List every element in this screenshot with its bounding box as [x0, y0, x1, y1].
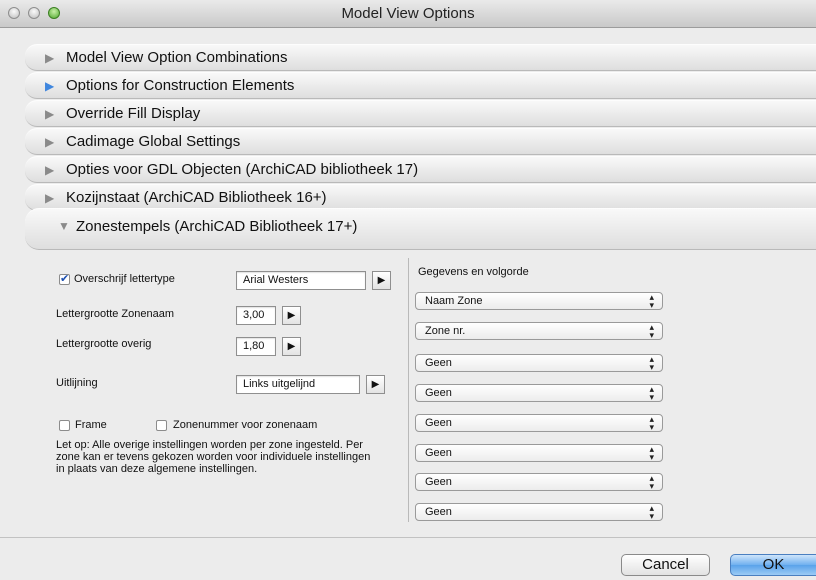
- font-menu-arrow-button[interactable]: ▶: [372, 271, 391, 290]
- window-title: Model View Options: [341, 5, 475, 22]
- title-bar: Model View Options: [0, 0, 816, 28]
- section-model-view-option-combinations[interactable]: ▶ Model View Option Combinations: [25, 44, 816, 71]
- minimize-window-button[interactable]: [28, 7, 40, 19]
- alignment-field[interactable]: Links uitgelijnd: [236, 375, 360, 394]
- font-override-checkbox[interactable]: [59, 272, 70, 285]
- updown-arrows-icon: ▴ ▾: [649, 503, 654, 521]
- updown-arrows-icon: ▴ ▾: [649, 384, 654, 402]
- order-popup-1[interactable]: Naam Zone ▴ ▾: [415, 292, 663, 310]
- order-popup-7[interactable]: Geen ▴ ▾: [415, 473, 663, 491]
- ok-button[interactable]: OK: [730, 554, 816, 576]
- order-popup-6[interactable]: Geen ▴ ▾: [415, 444, 663, 462]
- order-popup-8[interactable]: Geen ▴ ▾: [415, 503, 663, 521]
- disclosure-triangle-icon: ▶: [45, 79, 55, 93]
- section-zonestempels[interactable]: ▼ Zonestempels (ArchiCAD Bibliotheek 17+…: [25, 208, 816, 250]
- section-override-fill-display[interactable]: ▶ Override Fill Display: [25, 100, 816, 127]
- section-label: Override Fill Display: [66, 105, 201, 122]
- order-popup-value: Geen: [425, 447, 452, 459]
- order-popup-value: Geen: [425, 476, 452, 488]
- disclosure-triangle-icon: ▶: [45, 107, 55, 121]
- disclosure-triangle-icon: ▶: [45, 163, 55, 177]
- section-label: Kozijnstaat (ArchiCAD Bibliotheek 16+): [66, 189, 327, 206]
- alignment-label: Uitlijning: [56, 377, 98, 389]
- zone-name-size-arrow-button[interactable]: ▶: [282, 306, 301, 325]
- order-popup-value: Naam Zone: [425, 295, 483, 307]
- zone-name-size-label: Lettergrootte Zonenaam: [56, 308, 175, 320]
- zone-name-size-field[interactable]: 3,00: [236, 306, 276, 325]
- disclosure-triangle-down-icon: ▼: [58, 219, 70, 233]
- other-size-arrow-button[interactable]: ▶: [282, 337, 301, 356]
- order-popup-value: Geen: [425, 506, 452, 518]
- order-popup-value: Geen: [425, 357, 452, 369]
- section-options-construction-elements[interactable]: ▶ Options for Construction Elements: [25, 72, 816, 99]
- cancel-button[interactable]: Cancel: [621, 554, 710, 576]
- frame-label: Frame: [75, 419, 107, 431]
- order-popup-value: Geen: [425, 387, 452, 399]
- section-label: Model View Option Combinations: [66, 49, 288, 66]
- frame-checkbox[interactable]: [59, 420, 70, 431]
- updown-arrows-icon: ▴ ▾: [649, 354, 654, 372]
- updown-arrows-icon: ▴ ▾: [649, 292, 654, 310]
- settings-note: Let op: Alle overige instellingen worden…: [56, 439, 371, 475]
- font-override-label: Overschrijf lettertype: [74, 273, 175, 285]
- section-gdl-objects[interactable]: ▶ Opties voor GDL Objecten (ArchiCAD bib…: [25, 156, 816, 183]
- zone-number-first-label: Zonenummer voor zonenaam: [173, 419, 318, 431]
- order-popup-5[interactable]: Geen ▴ ▾: [415, 414, 663, 432]
- other-size-field[interactable]: 1,80: [236, 337, 276, 356]
- zoom-window-button[interactable]: [48, 7, 60, 19]
- close-window-button[interactable]: [8, 7, 20, 19]
- section-cadimage-global-settings[interactable]: ▶ Cadimage Global Settings: [25, 128, 816, 155]
- disclosure-triangle-icon: ▶: [45, 191, 55, 205]
- order-title: Gegevens en volgorde: [418, 266, 529, 278]
- order-popup-2[interactable]: Zone nr. ▴ ▾: [415, 322, 663, 340]
- order-popup-3[interactable]: Geen ▴ ▾: [415, 354, 663, 372]
- section-label: Cadimage Global Settings: [66, 133, 241, 150]
- section-label: Options for Construction Elements: [66, 77, 295, 94]
- updown-arrows-icon: ▴ ▾: [649, 473, 654, 491]
- alignment-arrow-button[interactable]: ▶: [366, 375, 385, 394]
- updown-arrows-icon: ▴ ▾: [649, 444, 654, 462]
- font-name-field[interactable]: Arial Westers: [236, 271, 366, 290]
- section-label: Opties voor GDL Objecten (ArchiCAD bibli…: [66, 161, 419, 178]
- disclosure-triangle-icon: ▶: [45, 51, 55, 65]
- order-popup-value: Geen: [425, 417, 452, 429]
- footer-separator: [0, 537, 816, 538]
- section-kozijnstaat[interactable]: ▶ Kozijnstaat (ArchiCAD Bibliotheek 16+): [25, 184, 816, 211]
- other-size-label: Lettergrootte overig: [56, 338, 152, 350]
- order-popup-value: Zone nr.: [425, 325, 466, 337]
- updown-arrows-icon: ▴ ▾: [649, 322, 654, 340]
- order-popup-4[interactable]: Geen ▴ ▾: [415, 384, 663, 402]
- section-label: Zonestempels (ArchiCAD Bibliotheek 17+): [76, 218, 358, 235]
- column-divider: [408, 258, 409, 522]
- disclosure-triangle-icon: ▶: [45, 135, 55, 149]
- zone-number-first-checkbox[interactable]: [156, 420, 167, 431]
- updown-arrows-icon: ▴ ▾: [649, 414, 654, 432]
